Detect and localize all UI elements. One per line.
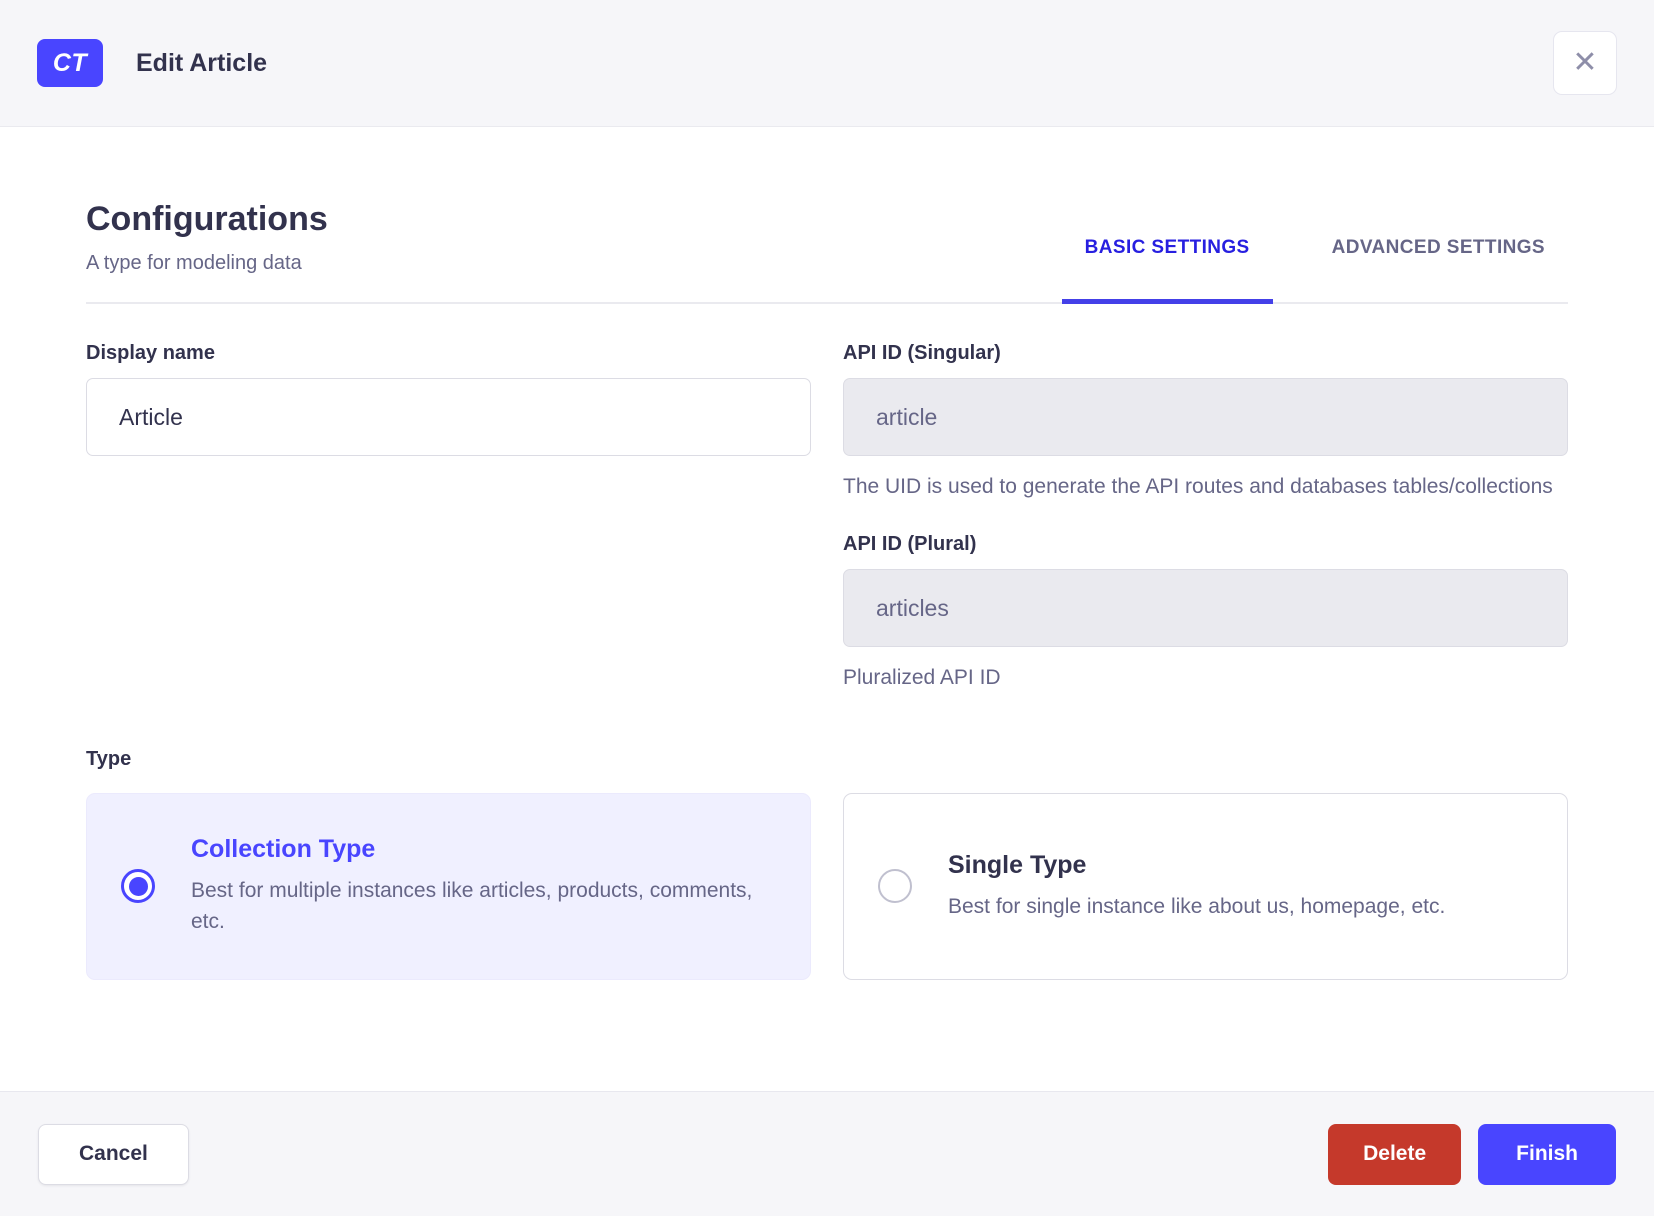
- form-right-column: API ID (Singular) The UID is used to gen…: [843, 342, 1568, 694]
- collection-type-radio[interactable]: [121, 869, 155, 904]
- page-title: Configurations: [86, 200, 328, 238]
- content-type-badge-icon: CT: [37, 39, 103, 87]
- collection-type-card[interactable]: Collection Type Best for multiple instan…: [86, 792, 811, 980]
- single-type-title: Single Type: [948, 850, 1087, 879]
- type-cards: Collection Type Best for multiple instan…: [86, 792, 1568, 980]
- content-type-badge-label: CT: [52, 48, 88, 77]
- cancel-button[interactable]: Cancel: [38, 1123, 189, 1185]
- settings-tabs: BASIC SETTINGS ADVANCED SETTINGS: [1061, 237, 1568, 304]
- finish-button[interactable]: Finish: [1478, 1123, 1616, 1185]
- modal-footer: Cancel Delete Finish: [0, 1091, 1654, 1216]
- configurations-heading: Configurations A type for modeling data: [86, 200, 328, 302]
- modal-body: Configurations A type for modeling data …: [0, 127, 1654, 1091]
- single-type-description: Best for single instance like about us, …: [948, 894, 1446, 918]
- close-icon: ✕: [1572, 46, 1598, 79]
- page-subtitle: A type for modeling data: [86, 252, 302, 274]
- delete-button[interactable]: Delete: [1328, 1123, 1462, 1185]
- type-label: Type: [86, 747, 132, 770]
- type-section: Type Collection Type Best for multiple i…: [86, 748, 1568, 980]
- modal-header: CT Edit Article ✕: [0, 0, 1654, 127]
- tab-advanced-settings[interactable]: ADVANCED SETTINGS: [1309, 237, 1568, 304]
- api-id-singular-field: API ID (Singular) The UID is used to gen…: [843, 342, 1568, 502]
- api-id-singular-label: API ID (Singular): [843, 342, 1001, 364]
- configuration-form: Display name API ID (Singular) The UID i…: [86, 342, 1568, 694]
- modal-title: Edit Article: [136, 48, 268, 77]
- display-name-field: Display name: [86, 342, 811, 456]
- configurations-header-row: Configurations A type for modeling data …: [86, 200, 1568, 304]
- api-id-singular-hint: The UID is used to generate the API rout…: [843, 475, 1553, 498]
- single-type-card[interactable]: Single Type Best for single instance lik…: [843, 792, 1568, 980]
- api-id-plural-hint: Pluralized API ID: [843, 666, 1001, 690]
- api-id-singular-input: [843, 378, 1568, 456]
- display-name-label: Display name: [86, 342, 215, 364]
- collection-type-title: Collection Type: [191, 834, 376, 863]
- close-button[interactable]: ✕: [1553, 31, 1617, 95]
- tab-basic-settings[interactable]: BASIC SETTINGS: [1061, 237, 1273, 304]
- api-id-plural-label: API ID (Plural): [843, 533, 977, 556]
- collection-type-text: Collection Type Best for multiple instan…: [191, 835, 754, 938]
- api-id-plural-input: [843, 569, 1568, 648]
- form-left-column: Display name: [86, 342, 811, 456]
- api-id-plural-field: API ID (Plural) Pluralized API ID: [843, 533, 1568, 693]
- display-name-input[interactable]: [86, 378, 811, 456]
- radio-dot-icon: [128, 876, 148, 896]
- single-type-radio[interactable]: [878, 869, 912, 904]
- collection-type-description: Best for multiple instances like article…: [191, 878, 753, 934]
- edit-content-type-modal: CT Edit Article ✕ Configurations A type …: [0, 0, 1654, 1216]
- footer-action-buttons: Delete Finish: [1328, 1123, 1616, 1185]
- single-type-text: Single Type Best for single instance lik…: [948, 851, 1445, 923]
